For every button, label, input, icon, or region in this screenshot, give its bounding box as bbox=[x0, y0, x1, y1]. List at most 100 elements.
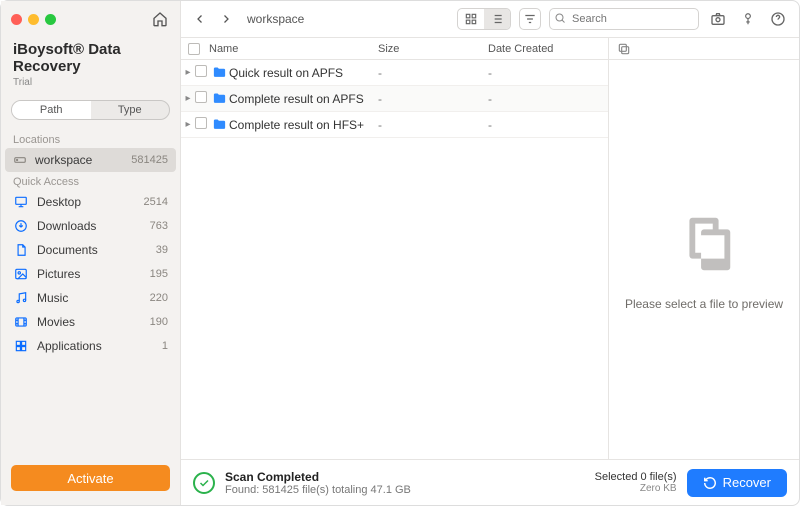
sidebar-item-count: 763 bbox=[136, 220, 168, 232]
table-row[interactable]: ▸ Complete result on HFS+ - - bbox=[181, 112, 608, 138]
file-list-pane: Name Size Date Created ▸ Quick result on… bbox=[181, 38, 609, 459]
close-window-button[interactable] bbox=[11, 14, 22, 25]
table-row[interactable]: ▸ Quick result on APFS - - bbox=[181, 60, 608, 86]
selection-summary: Selected 0 file(s) Zero KB bbox=[595, 471, 677, 494]
breadcrumb: workspace bbox=[247, 12, 304, 26]
column-name[interactable]: Name bbox=[207, 43, 378, 55]
sidebar-item-count: 220 bbox=[136, 292, 168, 304]
preview-pane: Please select a file to preview bbox=[609, 38, 799, 459]
key-icon bbox=[741, 11, 755, 27]
copy-icon[interactable] bbox=[617, 42, 631, 56]
quick-access-section-label: Quick Access bbox=[1, 172, 180, 190]
column-size[interactable]: Size bbox=[378, 43, 488, 55]
recover-label: Recover bbox=[723, 475, 771, 490]
row-date: - bbox=[488, 92, 608, 106]
column-date[interactable]: Date Created bbox=[488, 43, 608, 55]
sidebar-item-documents[interactable]: Documents 39 bbox=[1, 238, 180, 262]
view-toggle bbox=[457, 8, 511, 30]
status-subtitle: Found: 581425 file(s) totaling 47.1 GB bbox=[225, 484, 411, 496]
sidebar-item-label: Documents bbox=[37, 243, 128, 257]
content-area: Name Size Date Created ▸ Quick result on… bbox=[181, 37, 799, 459]
selection-count: Selected 0 file(s) bbox=[595, 471, 677, 483]
home-icon bbox=[152, 11, 168, 27]
table-row[interactable]: ▸ Complete result on APFS - - bbox=[181, 86, 608, 112]
status-title: Scan Completed bbox=[225, 470, 411, 484]
row-size: - bbox=[378, 66, 488, 80]
filter-button[interactable] bbox=[519, 8, 541, 30]
sidebar-item-applications[interactable]: Applications 1 bbox=[1, 334, 180, 358]
list-icon bbox=[490, 12, 504, 26]
sidebar-item-count: 190 bbox=[136, 316, 168, 328]
main-pane: workspace bbox=[181, 1, 799, 505]
search-input[interactable] bbox=[549, 8, 699, 30]
folder-icon bbox=[209, 117, 229, 132]
selection-size: Zero KB bbox=[595, 483, 677, 494]
sidebar-item-count: 2514 bbox=[136, 196, 168, 208]
list-view-button[interactable] bbox=[484, 9, 510, 29]
row-checkbox[interactable] bbox=[195, 117, 209, 132]
app-icon bbox=[13, 338, 29, 354]
row-name: Complete result on APFS bbox=[229, 92, 378, 106]
row-name: Quick result on APFS bbox=[229, 66, 378, 80]
sidebar-item-count: 195 bbox=[136, 268, 168, 280]
disclosure-triangle[interactable]: ▸ bbox=[181, 119, 195, 130]
sidebar-location-workspace[interactable]: workspace 581425 bbox=[5, 148, 176, 172]
segment-type[interactable]: Type bbox=[91, 101, 170, 119]
sidebar-item-label: Downloads bbox=[37, 219, 128, 233]
sidebar-item-desktop[interactable]: Desktop 2514 bbox=[1, 190, 180, 214]
help-button[interactable] bbox=[767, 8, 789, 30]
folder-icon bbox=[209, 65, 229, 80]
recover-icon bbox=[703, 476, 717, 490]
preview-placeholder-text: Please select a file to preview bbox=[615, 297, 793, 311]
sidebar-item-count: 39 bbox=[136, 244, 168, 256]
activate-button[interactable]: Activate bbox=[11, 465, 170, 491]
search-field[interactable] bbox=[549, 8, 699, 30]
file-list-rows: ▸ Quick result on APFS - - ▸ Complete re… bbox=[181, 60, 608, 459]
disclosure-triangle[interactable]: ▸ bbox=[181, 93, 195, 104]
header-checkbox[interactable] bbox=[181, 43, 207, 55]
camera-button[interactable] bbox=[707, 8, 729, 30]
sidebar: iBoysoft® Data Recovery Trial Path Type … bbox=[1, 1, 181, 505]
sidebar-item-pictures[interactable]: Pictures 195 bbox=[1, 262, 180, 286]
row-date: - bbox=[488, 118, 608, 132]
check-icon bbox=[198, 477, 210, 489]
preview-body: Please select a file to preview bbox=[615, 60, 793, 459]
minimize-window-button[interactable] bbox=[28, 14, 39, 25]
disclosure-triangle[interactable]: ▸ bbox=[181, 67, 195, 78]
chevron-right-icon bbox=[220, 13, 232, 25]
sidebar-item-movies[interactable]: Movies 190 bbox=[1, 310, 180, 334]
location-label: workspace bbox=[35, 153, 123, 167]
picture-icon bbox=[13, 266, 29, 282]
grid-view-button[interactable] bbox=[458, 9, 484, 29]
scan-complete-icon bbox=[193, 472, 215, 494]
filter-icon bbox=[523, 12, 537, 26]
view-mode-segmented: Path Type bbox=[11, 100, 170, 120]
recover-button[interactable]: Recover bbox=[687, 469, 787, 497]
sidebar-item-label: Pictures bbox=[37, 267, 128, 281]
sidebar-item-label: Movies bbox=[37, 315, 128, 329]
row-checkbox[interactable] bbox=[195, 65, 209, 80]
row-checkbox[interactable] bbox=[195, 91, 209, 106]
nav-forward-button[interactable] bbox=[217, 10, 235, 28]
key-button[interactable] bbox=[737, 8, 759, 30]
desktop-icon bbox=[13, 194, 29, 210]
preview-toolbar bbox=[609, 38, 799, 60]
sidebar-item-downloads[interactable]: Downloads 763 bbox=[1, 214, 180, 238]
row-size: - bbox=[378, 92, 488, 106]
sidebar-item-label: Applications bbox=[37, 339, 128, 353]
camera-icon bbox=[710, 11, 726, 27]
chevron-left-icon bbox=[194, 13, 206, 25]
nav-back-button[interactable] bbox=[191, 10, 209, 28]
status-bar: Scan Completed Found: 581425 file(s) tot… bbox=[181, 459, 799, 505]
disk-icon bbox=[13, 153, 27, 167]
segment-path[interactable]: Path bbox=[12, 101, 91, 119]
file-list-header: Name Size Date Created bbox=[181, 38, 608, 60]
sidebar-item-label: Desktop bbox=[37, 195, 128, 209]
home-button[interactable] bbox=[150, 9, 170, 29]
sidebar-item-music[interactable]: Music 220 bbox=[1, 286, 180, 310]
zoom-window-button[interactable] bbox=[45, 14, 56, 25]
folder-icon bbox=[209, 91, 229, 106]
search-icon bbox=[554, 12, 566, 24]
document-icon bbox=[13, 242, 29, 258]
app-window: iBoysoft® Data Recovery Trial Path Type … bbox=[0, 0, 800, 506]
